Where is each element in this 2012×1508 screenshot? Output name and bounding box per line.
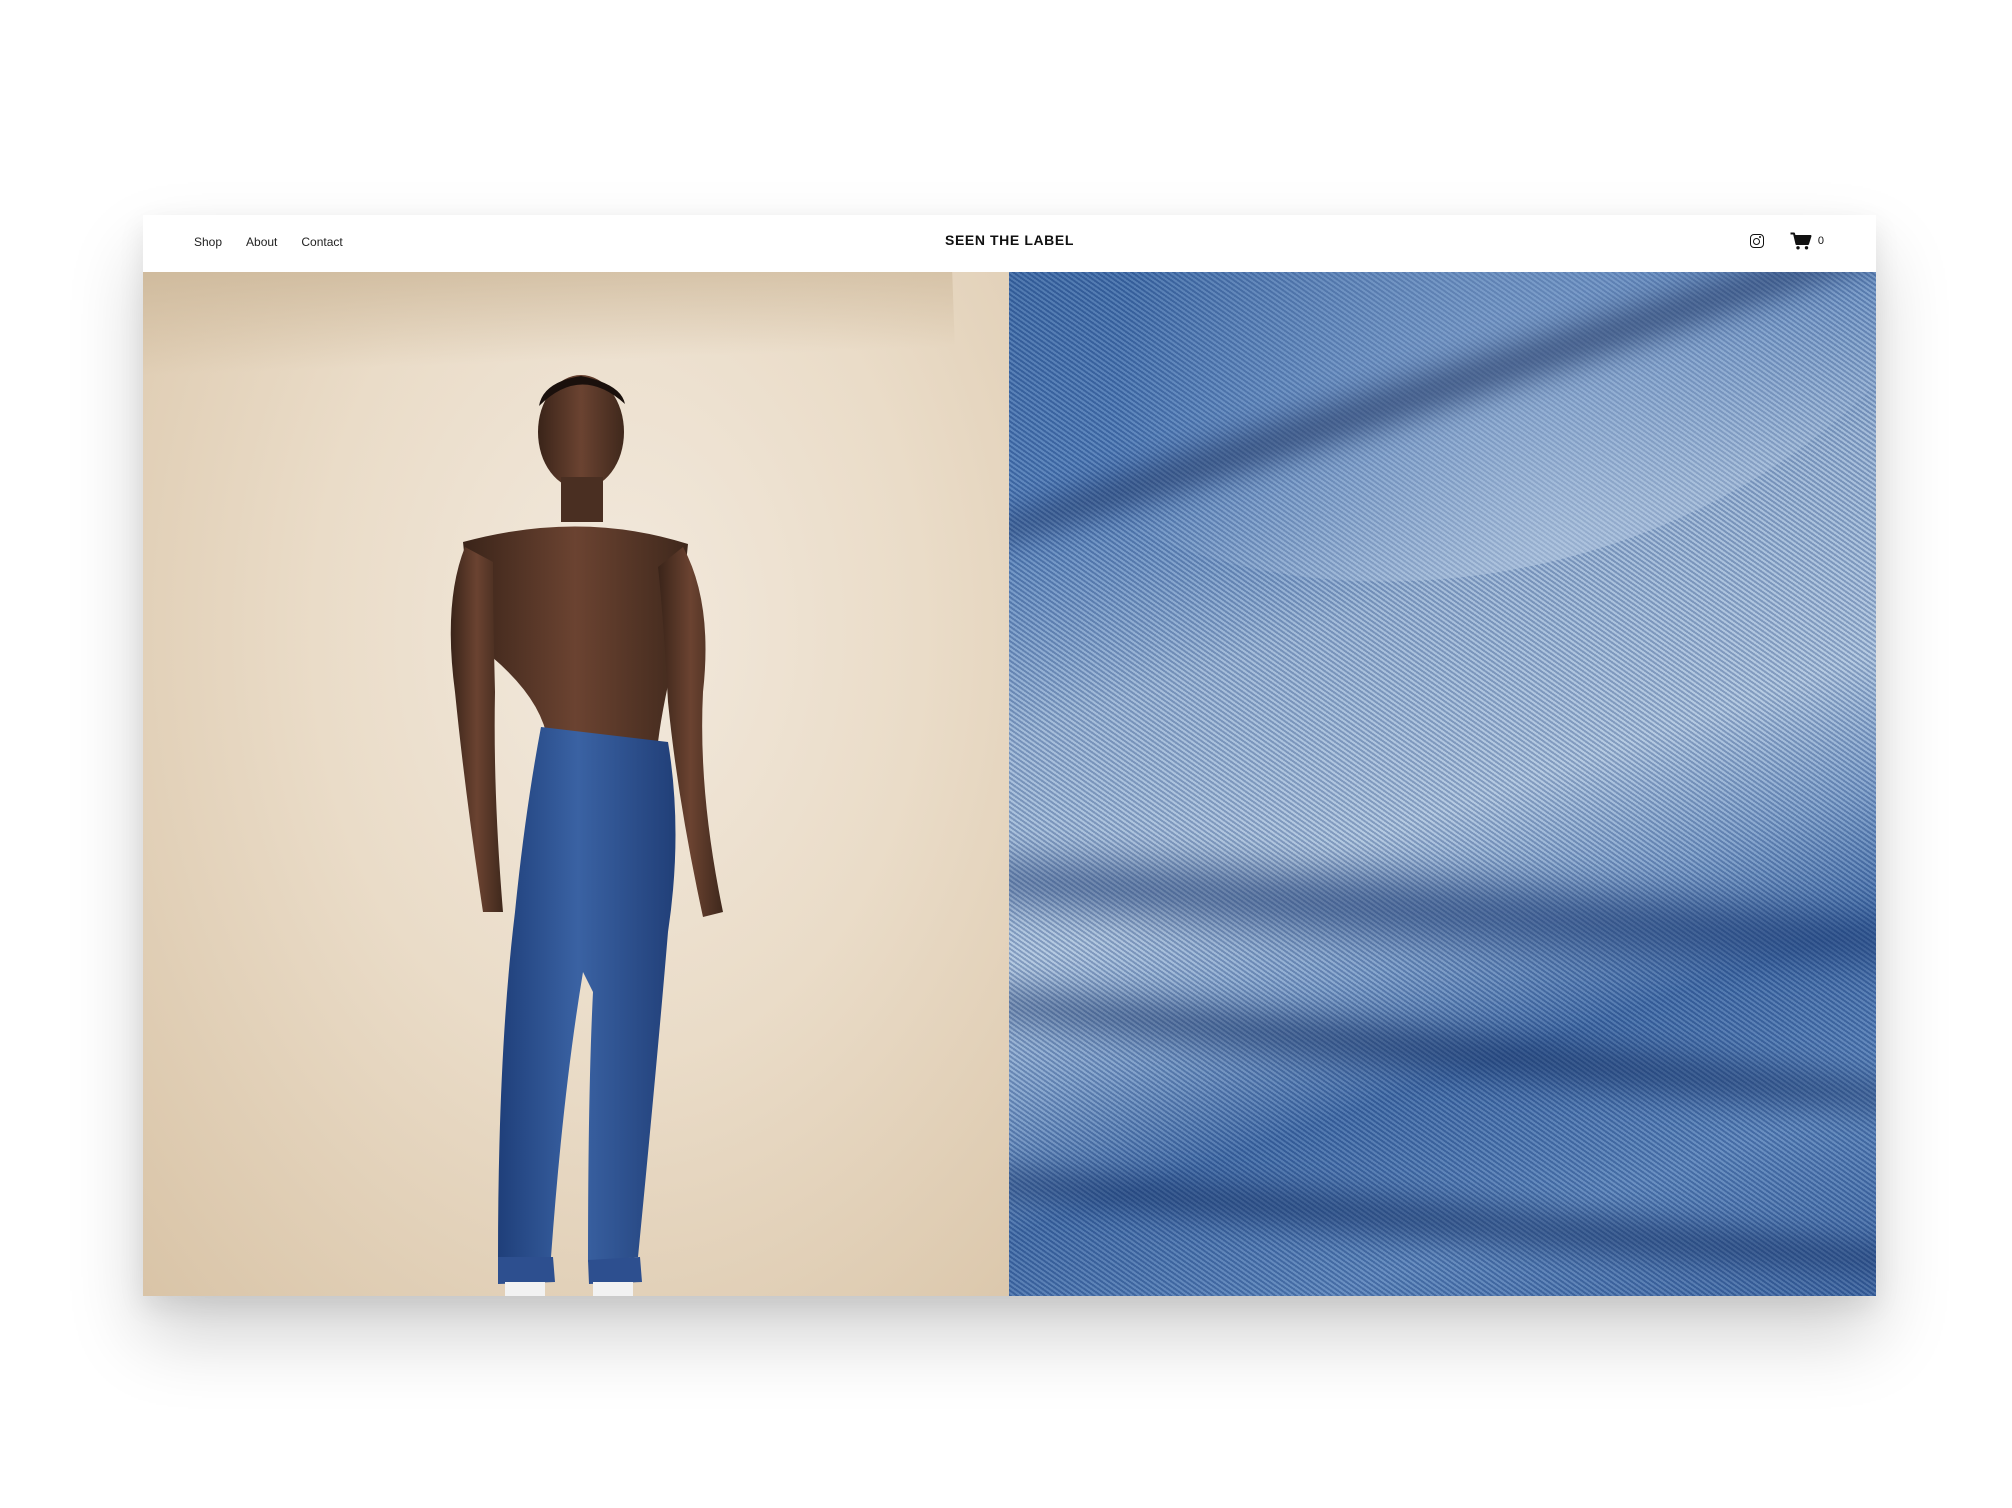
cart-count: 0 — [1817, 235, 1824, 247]
site-window: Shop About Contact SEEN THE LABEL 0 — [143, 215, 1876, 1296]
header-icons: 0 — [1749, 232, 1824, 250]
cart-icon — [1790, 232, 1812, 250]
header: Shop About Contact SEEN THE LABEL 0 — [143, 215, 1876, 272]
site-logo[interactable]: SEEN THE LABEL — [143, 232, 1876, 248]
denim-closeup[interactable] — [1009, 272, 1876, 1296]
model-photo[interactable] — [143, 272, 1009, 1296]
hero-gallery — [143, 272, 1876, 1296]
cart-button[interactable]: 0 — [1790, 232, 1824, 250]
model-figure — [450, 375, 723, 1296]
instagram-icon[interactable] — [1749, 234, 1764, 248]
